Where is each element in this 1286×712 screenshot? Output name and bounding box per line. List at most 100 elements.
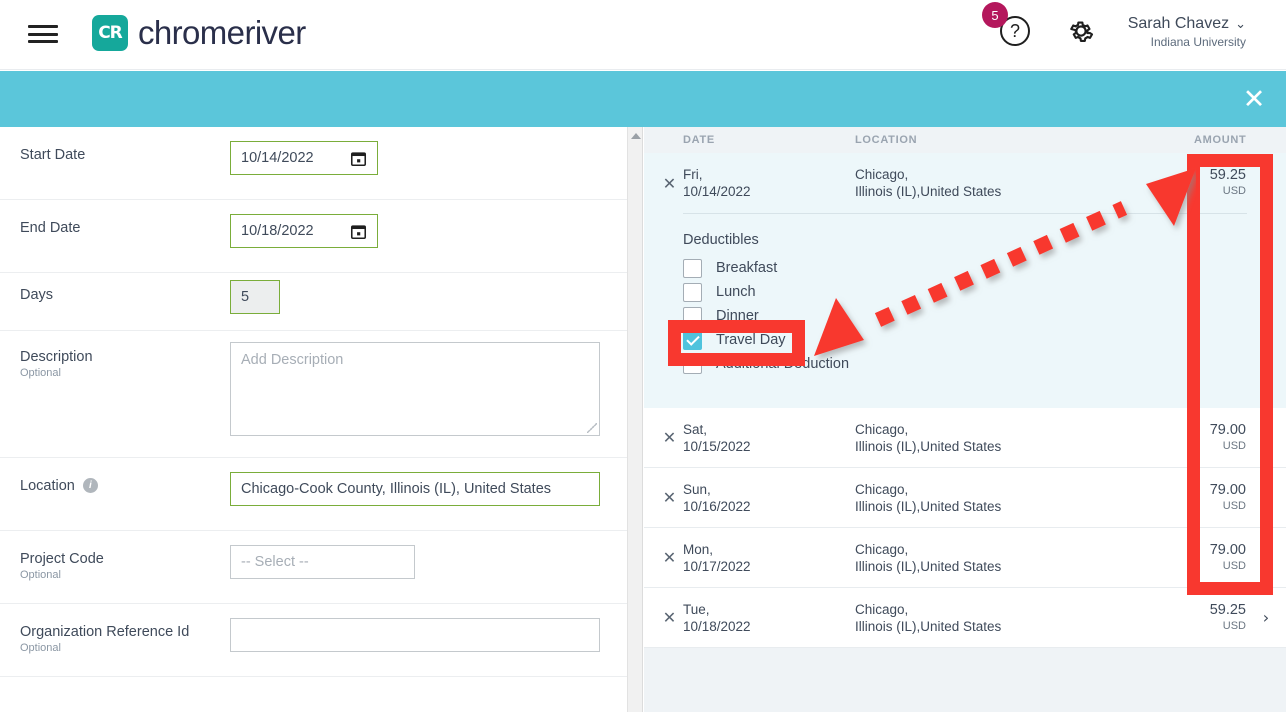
chevron-down-icon: ⌄ xyxy=(1235,16,1246,31)
brand-logo[interactable]: CR chromeriver xyxy=(92,14,306,52)
deductible-label: Lunch xyxy=(716,284,756,300)
description-placeholder: Add Description xyxy=(241,352,344,368)
chevron-right-icon[interactable]: › xyxy=(1246,608,1286,627)
info-icon[interactable]: i xyxy=(82,478,98,493)
row-city: Chicago, xyxy=(855,421,909,437)
row-date-value: 10/15/2022 xyxy=(683,438,751,454)
gear-icon[interactable] xyxy=(1066,16,1096,46)
row-location: Chicago, Illinois (IL),United States xyxy=(855,481,1154,515)
row-expanded-deductibles: Deductibles Breakfast Lunch Dinner Trave… xyxy=(644,213,1286,408)
table-row[interactable]: ✕ Mon, 10/17/2022 Chicago, Illinois (IL)… xyxy=(644,528,1286,588)
row-currency: USD xyxy=(1222,185,1246,197)
row-amount: 79.00 USD xyxy=(1154,542,1246,574)
row-date: Tue, 10/18/2022 xyxy=(683,601,855,635)
deductible-breakfast[interactable]: Breakfast xyxy=(644,256,1286,280)
form-row-project-code: Project Code Optional -- Select -- xyxy=(0,531,627,604)
org-reference-id-input[interactable] xyxy=(230,618,600,652)
start-date-input[interactable]: 10/14/2022 xyxy=(230,141,378,175)
row-region: Illinois (IL),United States xyxy=(855,184,1002,199)
project-code-select[interactable]: -- Select -- xyxy=(230,545,415,579)
chevron-right-icon[interactable]: › xyxy=(1246,488,1286,507)
row-city: Chicago, xyxy=(855,601,909,617)
notification-badge[interactable]: 5 xyxy=(982,2,1008,28)
field-control: 10/14/2022 xyxy=(230,127,607,175)
deductible-travel-day[interactable]: Travel Day xyxy=(644,328,1286,352)
deductible-label: Travel Day xyxy=(716,332,786,348)
field-control: 10/18/2022 xyxy=(230,200,607,248)
chromeriver-logo-icon: CR xyxy=(92,15,128,51)
end-date-input[interactable]: 10/18/2022 xyxy=(230,214,378,248)
scroll-up-arrow-icon[interactable] xyxy=(631,133,641,139)
calendar-icon[interactable] xyxy=(350,150,367,167)
deductible-dinner[interactable]: Dinner xyxy=(644,304,1286,328)
user-menu[interactable]: Sarah Chavez ⌄ Indiana University xyxy=(1128,15,1246,49)
end-date-value: 10/18/2022 xyxy=(241,223,314,239)
deductible-label: Breakfast xyxy=(716,260,778,276)
row-currency: USD xyxy=(1222,499,1246,512)
location-input[interactable]: Chicago-Cook County, Illinois (IL), Unit… xyxy=(230,472,600,506)
form-row-location: Location i Chicago-Cook County, Illinois … xyxy=(0,458,627,531)
project-code-label: Project Code xyxy=(20,551,104,567)
checkbox-icon[interactable] xyxy=(683,282,702,302)
org-reference-id-label: Organization Reference Id xyxy=(20,624,190,640)
remove-row-icon[interactable]: ✕ xyxy=(656,174,683,193)
row-city: Chicago, xyxy=(855,541,909,557)
table-row[interactable]: ✕ Fri, 10/14/2022 Chicago, Illinois (IL)… xyxy=(644,153,1286,213)
remove-row-icon[interactable]: ✕ xyxy=(656,488,683,507)
deductible-lunch[interactable]: Lunch xyxy=(644,280,1286,304)
row-amount: 79.00 USD xyxy=(1154,422,1246,454)
deductible-additional-deduction[interactable]: Additional Deduction xyxy=(644,352,1286,376)
per-diem-table-panel: DATE LOCATION AMOUNT ✕ Fri, 10/14/2022 C… xyxy=(644,127,1286,712)
row-city: Chicago, xyxy=(855,167,909,182)
close-icon[interactable]: ✕ xyxy=(1238,83,1270,115)
field-label: Start Date xyxy=(20,127,230,163)
row-day: Mon, xyxy=(683,541,714,557)
checkbox-icon[interactable] xyxy=(683,258,702,278)
row-region: Illinois (IL),United States xyxy=(855,498,1002,514)
location-label-text: Location xyxy=(20,478,75,494)
expense-form-panel: Start Date 10/14/2022 End Date 10/18/202… xyxy=(0,127,627,712)
chevron-right-icon[interactable]: › xyxy=(1246,428,1286,447)
chevron-right-icon[interactable]: › xyxy=(1246,548,1286,567)
start-date-label: Start Date xyxy=(20,147,86,163)
row-date-value: 10/14/2022 xyxy=(683,184,751,199)
row-amount: 79.00 USD xyxy=(1154,482,1246,514)
remove-row-icon[interactable]: ✕ xyxy=(656,608,683,627)
row-region: Illinois (IL),United States xyxy=(855,618,1002,634)
description-input[interactable]: Add Description xyxy=(230,342,600,436)
row-amount-value: 79.00 xyxy=(1209,541,1246,558)
checkbox-icon[interactable] xyxy=(683,354,702,374)
top-bar: CR chromeriver 5 ? Sarah Chavez ⌄ Indiana… xyxy=(0,0,1286,70)
field-control: Add Description xyxy=(230,331,607,436)
row-city: Chicago, xyxy=(855,481,909,497)
field-control xyxy=(230,604,607,652)
form-row-days: Days 5 xyxy=(0,273,627,331)
remove-row-icon[interactable]: ✕ xyxy=(656,428,683,447)
row-date-value: 10/18/2022 xyxy=(683,618,751,634)
table-row[interactable]: ✕ Tue, 10/18/2022 Chicago, Illinois (IL)… xyxy=(644,588,1286,648)
column-header-location: LOCATION xyxy=(855,134,918,146)
help-button[interactable]: 5 ? xyxy=(982,2,1034,50)
deductible-label: Dinner xyxy=(716,308,759,324)
row-date-value: 10/16/2022 xyxy=(683,498,751,514)
calendar-icon[interactable] xyxy=(350,223,367,240)
remove-row-icon[interactable]: ✕ xyxy=(656,548,683,567)
form-row-start-date: Start Date 10/14/2022 xyxy=(0,127,627,200)
resize-handle-icon[interactable] xyxy=(587,423,597,433)
left-panel-scrollbar[interactable] xyxy=(627,127,643,712)
chevron-down-icon[interactable]: ⌄ xyxy=(1246,174,1286,193)
location-value: Chicago-Cook County, Illinois (IL), Unit… xyxy=(241,481,552,497)
row-date: Sat, 10/15/2022 xyxy=(683,421,855,455)
row-region: Illinois (IL),United States xyxy=(855,438,1002,454)
checkbox-checked-icon[interactable] xyxy=(683,330,702,350)
checkbox-icon[interactable] xyxy=(683,306,702,326)
row-region: Illinois (IL),United States xyxy=(855,558,1002,574)
field-label: Days xyxy=(20,273,230,303)
brand-wordmark: chromeriver xyxy=(138,14,306,51)
table-row[interactable]: ✕ Sat, 10/15/2022 Chicago, Illinois (IL)… xyxy=(644,408,1286,468)
row-date: Mon, 10/17/2022 xyxy=(683,541,855,575)
field-label: End Date xyxy=(20,200,230,236)
table-row[interactable]: ✕ Sun, 10/16/2022 Chicago, Illinois (IL)… xyxy=(644,468,1286,528)
hamburger-icon[interactable] xyxy=(26,22,60,46)
days-label: Days xyxy=(20,287,54,303)
